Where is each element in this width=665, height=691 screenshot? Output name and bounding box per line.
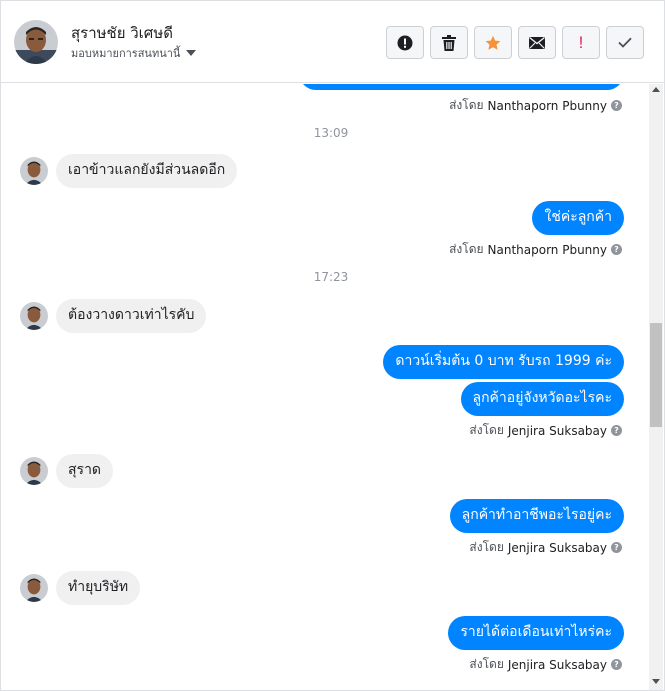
assign-label: มอบหมายการสนทนานี้ [71,47,181,60]
incoming-message-row: ต้องวางดาวเท่าไรคับ [20,299,207,333]
outgoing-message-row: ดาวน์เริ่มต้น 0 บาท รับรถ 1999 ค่ะ [383,345,624,379]
outgoing-message-row: รายได้ต่อเดือนเท่าไหร่คะ [448,616,624,650]
checkmark-icon [618,37,632,48]
outgoing-message-row [299,84,624,90]
info-alert-icon [397,35,413,50]
message-bubble[interactable]: ดาวน์เริ่มต้น 0 บาท รับรถ 1999 ค่ะ [383,345,624,379]
customer-avatar-small[interactable] [20,457,48,485]
sent-by-prefix: ส่งโดย [449,98,484,112]
customer-avatar-small[interactable] [20,574,48,602]
outgoing-message-row: ลูกค้าทำอาชีพอะไรอยู่คะ [449,499,624,533]
sent-by-label: ส่งโดย Nanthaporn Pbunny ? [449,240,622,259]
help-icon[interactable]: ? [611,659,622,670]
sent-by-prefix: ส่งโดย [469,423,504,437]
star-icon [485,35,501,50]
scroll-down-icon[interactable] [652,679,660,684]
message-thread[interactable]: ส่งโดย Nanthaporn Pbunny ? 13:09 เอาข้าว… [1,84,650,690]
delete-button[interactable] [430,26,468,59]
message-bubble[interactable]: เอาข้าวแลกยังมีส่วนลดอีก [56,154,238,188]
caret-down-icon [186,50,197,56]
outgoing-message-row: ลูกค้าอยู่จังหวัดอะไรคะ [460,382,624,416]
sent-by-label: ส่งโดย Nanthaporn Pbunny ? [449,96,622,115]
conversation-panel: สุราษชัย วิเศษดี มอบหมายการสนทนานี้ ! ส่… [0,0,665,691]
help-icon[interactable]: ? [611,100,622,111]
outgoing-message-row: ใช่ค่ะลูกค้า [532,201,624,235]
incoming-message-row: ทำยุบริษัท [20,571,141,605]
sent-by-label: ส่งโดย Jenjira Suksabay ? [469,421,622,440]
star-button[interactable] [474,26,512,59]
message-bubble-partial[interactable] [299,84,624,90]
mark-done-button[interactable] [606,26,644,59]
message-bubble[interactable]: ต้องวางดาวเท่าไรคับ [56,299,207,333]
customer-avatar-small[interactable] [20,302,48,330]
incoming-message-row: เอาข้าวแลกยังมีส่วนลดอีก [20,154,238,188]
help-icon[interactable]: ? [611,425,622,436]
assign-conversation-dropdown[interactable]: มอบหมายการสนทนานี้ [71,44,197,62]
sender-name: Jenjira Suksabay [507,540,607,555]
message-bubble[interactable]: รายได้ต่อเดือนเท่าไหร่คะ [448,616,624,650]
sent-by-label: ส่งโดย Jenjira Suksabay ? [469,655,622,674]
message-bubble[interactable]: สุราด [56,454,114,488]
sent-by-prefix: ส่งโดย [449,242,484,256]
sent-by-label: ส่งโดย Jenjira Suksabay ? [469,538,622,557]
info-alert-button[interactable] [386,26,424,59]
timestamp: 17:23 [313,270,349,284]
sent-by-prefix: ส่งโดย [469,657,504,671]
vertical-scrollbar[interactable] [649,84,663,690]
customer-avatar[interactable] [14,20,58,64]
sender-name: Nanthaporn Pbunny [487,242,607,257]
trash-icon [442,34,456,51]
sent-by-prefix: ส่งโดย [469,540,504,554]
exclamation-icon[interactable]: ! [562,26,600,59]
message-bubble[interactable]: ลูกค้าอยู่จังหวัดอะไรคะ [460,382,624,416]
sender-name: Jenjira Suksabay [507,657,607,672]
header-actions: ! [386,26,644,59]
sender-name: Jenjira Suksabay [507,423,607,438]
help-icon[interactable]: ? [611,244,622,255]
customer-avatar-small[interactable] [20,157,48,185]
scroll-up-icon[interactable] [652,87,660,92]
scrollbar-thumb[interactable] [650,323,662,427]
message-bubble[interactable]: ลูกค้าทำอาชีพอะไรอยู่คะ [449,499,624,533]
envelope-icon [529,36,545,49]
message-bubble[interactable]: ใช่ค่ะลูกค้า [532,201,624,235]
mark-unread-button[interactable] [518,26,556,59]
sender-name: Nanthaporn Pbunny [487,98,607,113]
customer-name: สุราษชัย วิเศษดี [71,24,173,42]
help-icon[interactable]: ? [611,542,622,553]
incoming-message-row: สุราด [20,454,114,488]
message-bubble[interactable]: ทำยุบริษัท [56,571,141,605]
timestamp: 13:09 [313,126,349,140]
conversation-header: สุราษชัย วิเศษดี มอบหมายการสนทนานี้ ! [1,1,664,83]
